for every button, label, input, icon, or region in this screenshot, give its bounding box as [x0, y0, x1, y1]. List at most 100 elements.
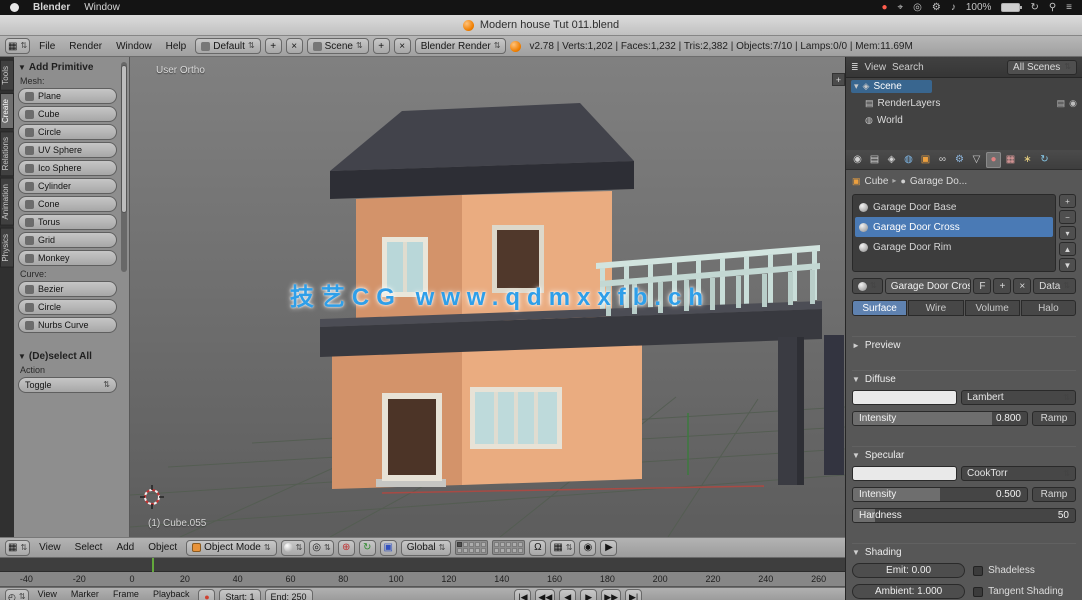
add-circle-curve-button[interactable]: Circle: [18, 299, 117, 315]
breadcrumb-object[interactable]: Cube: [865, 176, 889, 187]
add-nurbs-curve-button[interactable]: Nurbs Curve: [18, 317, 117, 333]
add-grid-button[interactable]: Grid: [18, 232, 117, 248]
selected-row-highlight[interactable]: ▾◈Scene: [851, 80, 932, 93]
play-button[interactable]: ▶: [580, 589, 597, 600]
layer-toggle[interactable]: [481, 542, 486, 547]
outliner-display-dropdown[interactable]: All Scenes⇅: [1007, 60, 1077, 75]
menu-marker[interactable]: Marker: [66, 589, 104, 599]
manipulator-scale-button[interactable]: ▣: [380, 540, 397, 556]
add-uv-sphere-button[interactable]: UV Sphere: [18, 142, 117, 158]
play-reverse-button[interactable]: ◀: [559, 589, 576, 600]
snap-magnet-button[interactable]: Ω: [529, 540, 546, 556]
screen-record-icon[interactable]: ●: [881, 2, 887, 13]
pivot-center-dropdown[interactable]: ◎⇅: [309, 540, 333, 556]
material-name-field[interactable]: Garage Door Cross: [885, 278, 972, 294]
physics-tab[interactable]: ↻: [1037, 152, 1052, 168]
layer-toggle[interactable]: [463, 542, 468, 547]
constraints-tab[interactable]: ∞: [935, 152, 950, 168]
menu-help[interactable]: Help: [161, 41, 192, 52]
layout-delete-button[interactable]: ×: [286, 38, 303, 54]
layout-add-button[interactable]: +: [265, 38, 282, 54]
window-titlebar[interactable]: Modern house Tut 011.blend: [0, 15, 1082, 36]
region-expand-icon[interactable]: +: [832, 73, 845, 86]
add-bezier-button[interactable]: Bezier: [18, 281, 117, 297]
add-primitive-panel-header[interactable]: ▼Add Primitive: [18, 62, 117, 73]
layer-toggle[interactable]: [469, 548, 474, 553]
search-icon[interactable]: ⚲: [1049, 2, 1056, 13]
layer-toggle[interactable]: [518, 548, 523, 553]
specular-shader-dropdown[interactable]: CookTorr⇅: [961, 466, 1076, 481]
outliner-view-menu[interactable]: View: [865, 62, 887, 73]
volume-icon[interactable]: ♪: [951, 2, 956, 13]
outliner-row-world[interactable]: ◍ World: [860, 112, 1082, 129]
auto-keyframe-record-button[interactable]: ●: [198, 589, 215, 600]
add-ico-sphere-button[interactable]: Ico Sphere: [18, 160, 117, 176]
menu-window[interactable]: Window: [111, 41, 157, 52]
diffuse-ramp-button[interactable]: Ramp: [1032, 411, 1076, 426]
material-browse-button[interactable]: ⇅: [852, 278, 883, 294]
material-unlink-button[interactable]: ×: [1013, 278, 1031, 294]
action-toggle-dropdown[interactable]: Toggle⇅: [18, 377, 117, 393]
add-torus-button[interactable]: Torus: [18, 214, 117, 230]
menu-render[interactable]: Render: [64, 41, 107, 52]
ambient-field[interactable]: Ambient: 1.000: [852, 584, 965, 599]
type-halo-button[interactable]: Halo: [1021, 300, 1076, 316]
layers-widget-left[interactable]: [455, 540, 488, 555]
jump-to-start-button[interactable]: |◀: [514, 589, 531, 600]
house-model[interactable]: [320, 103, 844, 489]
texture-tab[interactable]: ▦: [1003, 152, 1018, 168]
editor-type-button-3dview[interactable]: ▦⇅: [5, 540, 30, 556]
render-tab[interactable]: ◉: [850, 152, 865, 168]
editor-type-button[interactable]: ▦⇅: [5, 38, 30, 54]
next-keyframe-button[interactable]: ▶▶: [601, 589, 621, 600]
preview-panel-header[interactable]: ►Preview: [852, 336, 1076, 350]
tab-create[interactable]: Create: [0, 93, 14, 129]
slot-specials-button[interactable]: ▾: [1059, 226, 1076, 240]
material-slot-selected[interactable]: Garage Door Cross: [855, 217, 1053, 237]
object-data-tab[interactable]: ▽: [969, 152, 984, 168]
menu-timeline-view[interactable]: View: [33, 589, 62, 599]
scene-delete-button[interactable]: ×: [394, 38, 411, 54]
current-frame-indicator[interactable]: [152, 558, 154, 572]
tree-expand-icon[interactable]: ▾: [854, 81, 859, 92]
mode-dropdown[interactable]: Object Mode⇅: [186, 540, 276, 556]
tab-relations[interactable]: Relations: [0, 131, 14, 176]
hardness-slider[interactable]: Hardness50: [852, 508, 1076, 523]
material-slot[interactable]: Garage Door Rim: [855, 237, 1053, 257]
viewport-3d[interactable]: 技艺CG www.qdmxxfb.ch User Ortho (1) Cube.…: [0, 57, 845, 537]
add-cylinder-button[interactable]: Cylinder: [18, 178, 117, 194]
screen-layout-dropdown[interactable]: Default⇅: [195, 38, 260, 54]
layer-toggle[interactable]: [500, 542, 505, 547]
fake-user-button[interactable]: F: [973, 278, 991, 294]
layer-toggle[interactable]: [457, 548, 462, 553]
shadeless-checkbox[interactable]: Shadeless: [973, 565, 1076, 576]
add-cone-button[interactable]: Cone: [18, 196, 117, 212]
outliner-row-scene[interactable]: ▾◈Scene: [846, 78, 1082, 95]
scene-dropdown[interactable]: Scene⇅: [307, 38, 369, 54]
outliner-search-menu[interactable]: Search: [892, 62, 924, 73]
add-cube-button[interactable]: Cube: [18, 106, 117, 122]
add-monkey-button[interactable]: Monkey: [18, 250, 117, 266]
specular-intensity-slider[interactable]: Intensity0.500: [852, 487, 1028, 502]
shading-panel-header[interactable]: ▼Shading: [852, 543, 1076, 557]
diffuse-color-swatch[interactable]: [852, 390, 957, 405]
specular-color-swatch[interactable]: [852, 466, 957, 481]
manipulator-rotate-button[interactable]: ↻: [359, 540, 376, 556]
add-plane-button[interactable]: Plane: [18, 88, 117, 104]
layer-toggle[interactable]: [475, 542, 480, 547]
slot-remove-button[interactable]: −: [1059, 210, 1076, 224]
diffuse-panel-header[interactable]: ▼Diffuse: [852, 370, 1076, 384]
layer-toggle[interactable]: [500, 548, 505, 553]
toolshelf-scrollbar-thumb[interactable]: [121, 65, 127, 213]
tangent-shading-checkbox[interactable]: Tangent Shading: [973, 586, 1076, 597]
apple-logo[interactable]: [10, 3, 19, 12]
layer-toggle[interactable]: [457, 542, 462, 547]
menu-add[interactable]: Add: [111, 542, 139, 553]
menu-list-icon[interactable]: ≡: [1066, 2, 1072, 13]
slot-add-button[interactable]: +: [1059, 194, 1076, 208]
layers-widget-right[interactable]: [492, 540, 525, 555]
editor-type-button-timeline[interactable]: ◴⇅: [5, 589, 29, 600]
timeline-ruler[interactable]: -40 -20 0 20 40 60 80 100 120 140 160 18…: [0, 572, 845, 587]
menu-file[interactable]: File: [34, 41, 60, 52]
manipulator-translate-button[interactable]: ⊕: [338, 540, 355, 556]
